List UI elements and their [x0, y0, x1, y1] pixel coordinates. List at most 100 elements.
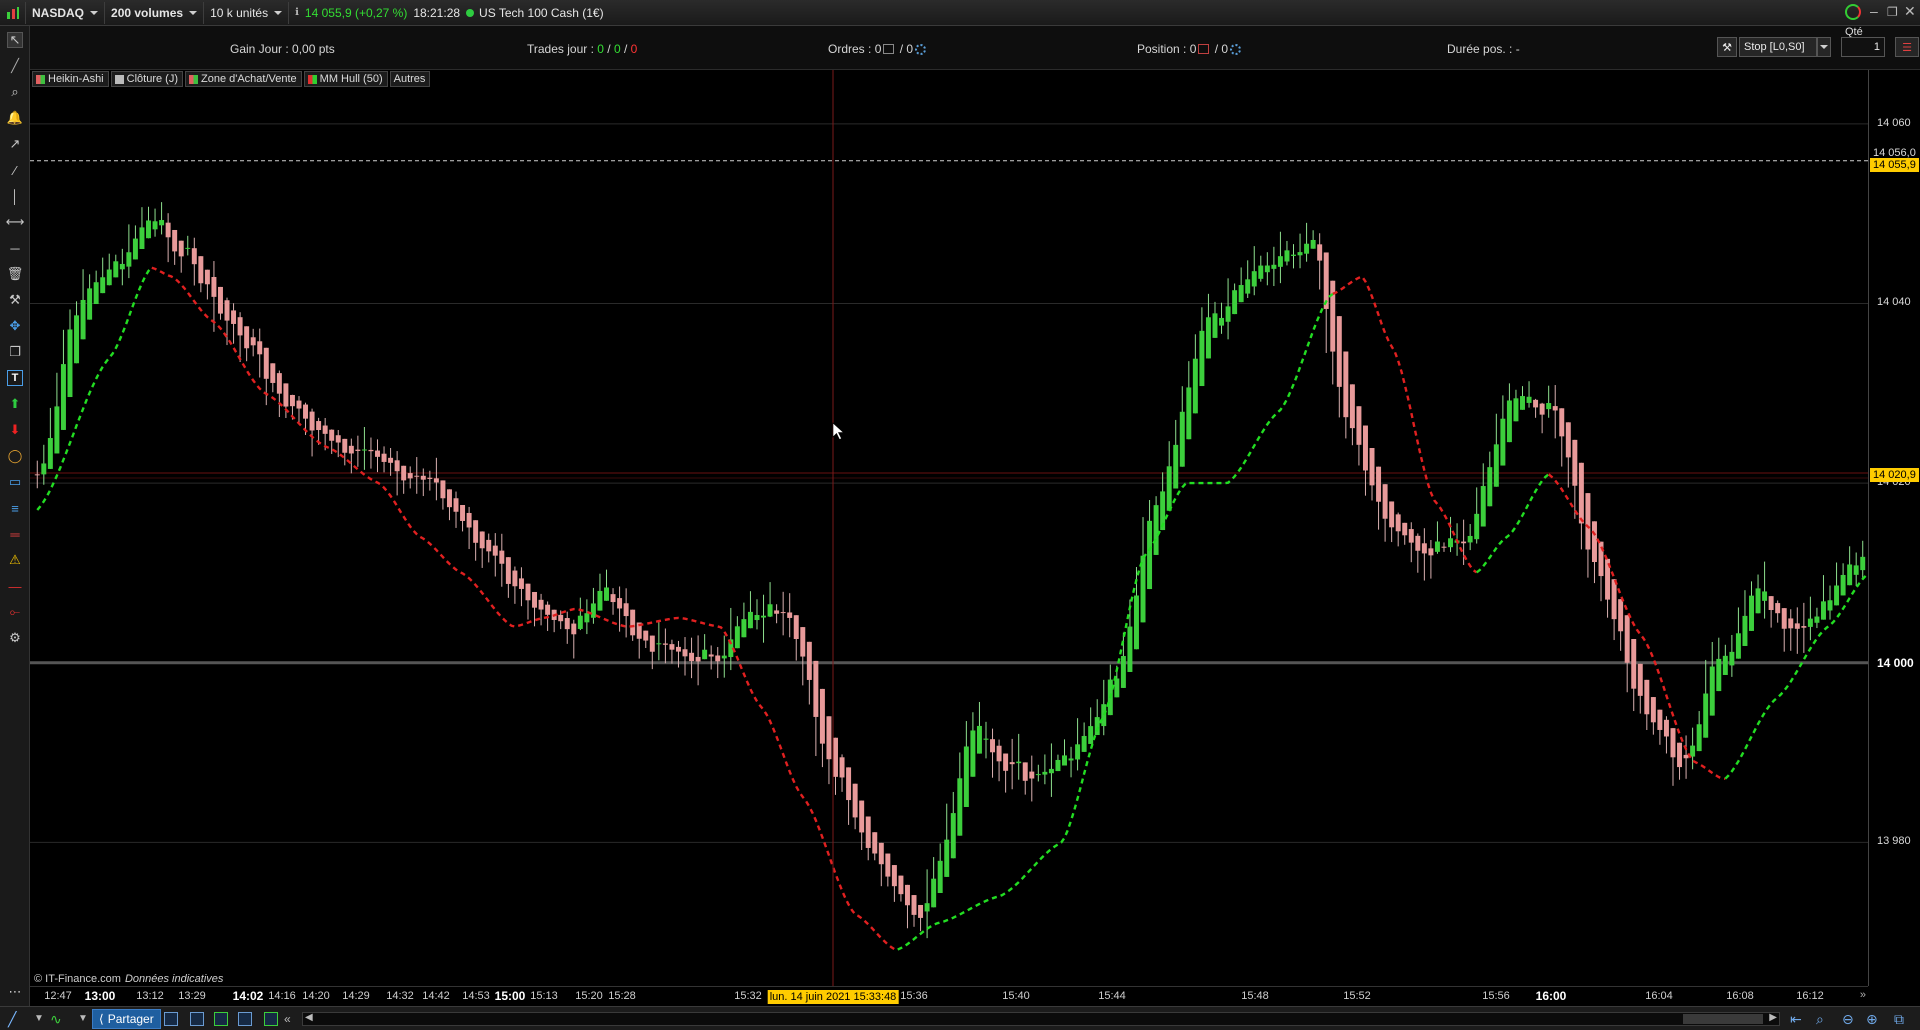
fibonacci-icon[interactable]: ≡ — [7, 500, 23, 516]
app-logo-icon[interactable] — [0, 1, 26, 24]
candle-up — [1205, 317, 1211, 359]
settings-delete-icon[interactable]: ⚙ — [7, 630, 23, 646]
x-tick-label: 15:32 — [734, 990, 762, 1002]
time-axis[interactable]: » 12:47 13:00 13:12 13:29 14:02 14:16 14:20 14:… — [30, 986, 1868, 1006]
scroll-thumb[interactable] — [1683, 1014, 1763, 1024]
x-tick-label: 15:48 — [1241, 990, 1269, 1002]
order-type-select[interactable]: Stop [L0,S0] — [1739, 37, 1817, 57]
vertical-line-icon[interactable]: │ — [7, 188, 23, 204]
list-icon[interactable] — [190, 1012, 204, 1026]
hull-ma-down-line — [151, 266, 898, 951]
window-icon[interactable] — [164, 1012, 178, 1026]
screens-icon[interactable] — [238, 1012, 252, 1026]
move-icon[interactable]: ✥ — [7, 318, 23, 334]
minimize-icon[interactable]: – — [1870, 3, 1878, 19]
horizontal-line-icon[interactable]: ─ — [7, 240, 23, 256]
candle-up — [1807, 618, 1813, 627]
candle-down — [257, 341, 263, 355]
scroll-left-icon[interactable]: ◀ — [305, 1012, 313, 1023]
x-tick-label: 14:42 — [422, 990, 450, 1002]
position-info[interactable]: Position : 0 / 0 — [1137, 42, 1242, 56]
candle-down — [1611, 579, 1617, 620]
zoom-out-icon[interactable]: ⊖ — [1842, 1011, 1854, 1028]
zoom-in-icon[interactable]: ⊕ — [1866, 1011, 1878, 1028]
line-tool-icon[interactable]: ∕ — [7, 162, 23, 178]
back-to-start-icon[interactable]: ⇤ — [1790, 1011, 1802, 1028]
restore-icon[interactable]: ❐ — [1887, 5, 1898, 19]
trade-icon[interactable] — [264, 1012, 278, 1026]
candle-up — [734, 626, 740, 649]
orders-info[interactable]: Ordres : 0 / 0 — [828, 42, 927, 56]
rewind-icon[interactable]: « — [284, 1012, 291, 1026]
candle-down — [780, 612, 786, 614]
cursor-tool-icon[interactable]: ↖ — [7, 32, 23, 48]
price-axis[interactable]: 14 060 14 040 14 020 14 000 13 980 14 056,0 14… — [1868, 70, 1920, 986]
channel-tool-icon[interactable]: ═ — [7, 526, 23, 542]
units-select[interactable]: 10 k unités — [204, 1, 290, 24]
candle-up — [1147, 520, 1153, 590]
candle-down — [898, 875, 904, 895]
candle-down — [1336, 316, 1342, 387]
instrument-name: US Tech 100 Cash (1€) — [479, 5, 604, 20]
candle-down — [1029, 771, 1035, 779]
more-icon[interactable]: ⋯ — [7, 984, 23, 1000]
zoom-select-icon[interactable]: ⌕ — [1816, 1011, 1824, 1028]
volume-select[interactable]: 200 volumes — [105, 1, 205, 24]
candle-up — [1264, 265, 1270, 273]
trash-icon[interactable]: 🗑 — [7, 266, 24, 282]
close-icon[interactable]: ✕ — [1904, 3, 1916, 20]
order-type-dropdown[interactable] — [1817, 37, 1831, 57]
candle-down — [401, 465, 407, 481]
candle-down — [532, 591, 538, 608]
chart-style-icon[interactable]: ╱ — [8, 1011, 16, 1028]
quantity-input[interactable]: 1 — [1841, 37, 1885, 57]
candle-down — [342, 438, 348, 453]
market-select[interactable]: NASDAQ — [26, 1, 106, 24]
text-tool-icon[interactable]: T — [7, 370, 23, 386]
chevron-down-icon — [274, 10, 283, 15]
alert-bell-icon[interactable]: 🔔 — [7, 110, 23, 126]
price-chart[interactable] — [30, 70, 1868, 986]
candles-icon[interactable] — [214, 1012, 228, 1026]
copy-icon[interactable]: ❐ — [7, 344, 23, 360]
buy-arrow-icon[interactable]: ⬆ — [7, 396, 23, 412]
order-book-icon[interactable]: ☰ — [1895, 37, 1919, 57]
candle-down — [538, 599, 544, 610]
scroll-right-icon[interactable]: ▶ — [1769, 1012, 1777, 1023]
zoom-tool-icon[interactable]: ⌕ — [7, 84, 23, 100]
dropdown-icon[interactable]: ▼ — [34, 1013, 44, 1024]
segment-tool-icon[interactable]: ⟷ — [6, 214, 25, 230]
indicator-icon[interactable]: ∿ — [50, 1011, 62, 1028]
candle-down — [1788, 618, 1794, 629]
warning-icon[interactable]: ⚠ — [7, 552, 23, 568]
red-segment-icon[interactable]: ⟜ — [7, 604, 23, 620]
ruler-tool-icon[interactable]: ╱ — [7, 58, 23, 74]
ellipse-tool-icon[interactable]: ◯ — [7, 448, 23, 464]
candle-up — [132, 238, 138, 260]
red-line-icon[interactable]: — — [7, 578, 23, 594]
candle-up — [1297, 252, 1303, 256]
order-tool-icon[interactable]: ⚒ — [1717, 37, 1737, 57]
candle-up — [361, 449, 367, 451]
orders-label: Ordres : — [828, 42, 872, 56]
candle-down — [1663, 719, 1669, 737]
tools-icon[interactable]: ⚒ — [7, 292, 23, 308]
candle-up — [1101, 704, 1107, 727]
refresh-icon[interactable] — [1845, 4, 1861, 20]
share-button[interactable]: ⟨ Partager — [92, 1009, 161, 1029]
candle-up — [1088, 726, 1094, 744]
rectangle-tool-icon[interactable]: ▭ — [7, 474, 23, 490]
gear-icon[interactable] — [1230, 44, 1242, 56]
dropdown-icon[interactable]: ▼ — [78, 1013, 88, 1024]
candle-up — [1703, 693, 1709, 738]
instrument-info[interactable]: ℹ 14 055,9 (+0,27 %) 18:21:28 US Tech 10… — [289, 2, 609, 24]
candle-up — [702, 649, 708, 660]
sell-arrow-icon[interactable]: ⬇ — [7, 422, 23, 438]
candle-up — [1709, 666, 1715, 716]
chart-scrollbar[interactable]: ◀ ▶ — [302, 1012, 1780, 1026]
fit-icon[interactable]: ⧉ — [1894, 1011, 1904, 1028]
scroll-right-icon[interactable]: » — [1860, 989, 1866, 1001]
trendline-icon[interactable]: ↗ — [7, 136, 23, 152]
gear-icon[interactable] — [915, 44, 927, 56]
candle-down — [891, 865, 897, 887]
